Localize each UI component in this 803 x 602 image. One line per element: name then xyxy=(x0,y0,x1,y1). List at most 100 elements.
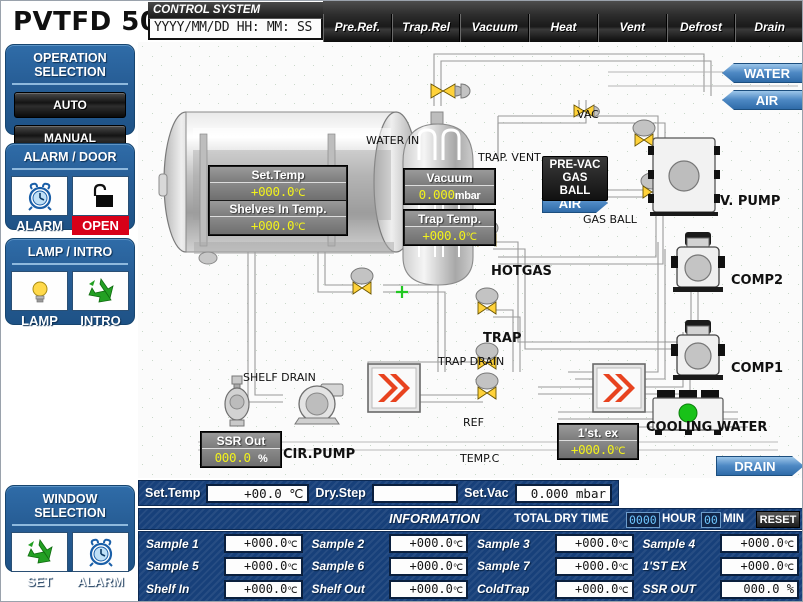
vacuum-readout: Vacuum 0.000mbar xyxy=(403,168,496,205)
grid-value-shelf-out[interactable]: +000.0℃ xyxy=(389,579,468,599)
label-ref: REF xyxy=(463,416,484,429)
trap-temp-readout: Trap Temp. +000.0℃ xyxy=(403,209,496,246)
mode-tab-strip: Pre.Ref. Trap.Rel Vacuum Heat Vent Defro… xyxy=(323,1,802,42)
total-dry-time-label: TOTAL DRY TIME xyxy=(514,513,609,525)
grid-value-coldtrap[interactable]: +000.0℃ xyxy=(554,579,634,599)
tab-defrost[interactable]: Defrost xyxy=(666,14,736,42)
label-shelf-drain: SHELF DRAIN xyxy=(243,371,316,384)
dry-time-minutes-unit: MIN xyxy=(723,513,745,525)
alarm-window-button[interactable]: ALARM xyxy=(72,532,129,591)
set-temp-label: Set.Temp xyxy=(210,167,346,183)
grid-value-first-ex[interactable]: +000.0℃ xyxy=(720,556,799,576)
label-trap-vent: TRAP. VENT xyxy=(478,151,541,164)
alarm-door-panel: ALARM / DOOR ALARM OPEN xyxy=(5,143,135,235)
dry-step-input[interactable] xyxy=(371,483,459,503)
tab-trap-rel[interactable]: Trap.Rel xyxy=(391,14,461,42)
grid-key-sample-1: Sample 1 xyxy=(146,536,199,551)
grid-value-sample-6[interactable]: +000.0℃ xyxy=(389,556,468,576)
datetime-display[interactable]: YYYY/MM/DD HH: MM: SS xyxy=(148,18,323,40)
water-flag: WATER xyxy=(722,63,802,83)
circulation-pump-symbol xyxy=(294,383,344,425)
auto-button[interactable]: AUTO xyxy=(14,92,126,118)
label-v-pump: V. PUMP xyxy=(720,194,781,209)
grid-key-shelf-out: Shelf Out xyxy=(311,582,365,597)
information-title: INFORMATION xyxy=(389,511,480,526)
set-temp-field-label: Set.Temp xyxy=(145,486,201,500)
set-vac-input[interactable]: 0.000 mbar xyxy=(514,483,612,503)
air-flag: AIR xyxy=(722,90,802,110)
compressor-1-symbol xyxy=(671,320,725,380)
information-grid: Sample 1 +000.0℃ Sample 2 +000.0℃ Sample… xyxy=(138,531,802,601)
trap-temp-label: Trap Temp. xyxy=(405,211,494,227)
pre-vac-gas-ball-box: PRE-VAC GAS BALL xyxy=(542,156,608,201)
crosshair-marker xyxy=(396,286,408,298)
lamp-label: LAMP xyxy=(21,313,58,328)
label-trap-drain: TRAP DRAIN xyxy=(438,355,505,368)
grid-key-sample-6: Sample 6 xyxy=(311,559,365,574)
door-button[interactable]: OPEN xyxy=(72,176,129,235)
left-sidebar: OPERATION SELECTION AUTO MANUAL ALARM / … xyxy=(1,42,138,601)
vacuum-label: Vacuum xyxy=(405,170,494,186)
alarm-clock-icon xyxy=(11,176,68,216)
reset-button[interactable]: RESET xyxy=(756,511,800,528)
grid-value-sample-4[interactable]: +000.0℃ xyxy=(720,534,799,554)
grid-key-sample-3: Sample 3 xyxy=(477,536,530,551)
lamp-intro-title: LAMP / INTRO xyxy=(12,241,128,265)
recycle-arrows-icon xyxy=(11,532,68,572)
grid-value-sample-1[interactable]: +000.0℃ xyxy=(223,534,303,554)
grid-value-sample-2[interactable]: +000.0℃ xyxy=(389,534,468,554)
label-cir-pump: CIR.PUMP xyxy=(283,447,356,462)
grid-value-shelf-in[interactable]: +000.0℃ xyxy=(223,579,303,599)
ssr-out-readout: SSR Out 000.0 % xyxy=(200,431,282,468)
intro-label: INTRO xyxy=(80,313,121,328)
alarm-label: ALARM xyxy=(16,218,63,233)
pre-vac-line1: PRE-VAC xyxy=(549,159,601,171)
set-vac-field-label: Set.Vac xyxy=(464,486,509,500)
lamp-button[interactable]: LAMP xyxy=(11,271,68,330)
window-selection-panel: WINDOW SELECTION SET ALARM xyxy=(5,485,135,589)
dry-step-field-label: Dry.Step xyxy=(315,486,366,500)
set-label: SET xyxy=(26,574,53,589)
dry-time-minutes-value: 00 xyxy=(701,512,721,528)
recycle-arrows-icon xyxy=(72,271,129,311)
dry-time-hours-value: 0000 xyxy=(626,512,660,528)
set-temp-input[interactable]: +00.0 ℃ xyxy=(206,483,310,503)
tab-heat[interactable]: Heat xyxy=(529,14,598,42)
first-ex-value: +000.0℃ xyxy=(559,441,637,458)
light-bulb-icon xyxy=(11,271,68,311)
first-ex-label: 1'st. ex xyxy=(559,425,637,441)
label-trap: TRAP xyxy=(483,331,522,346)
tab-pre-ref[interactable]: Pre.Ref. xyxy=(323,14,392,42)
dry-time-hours-unit: HOUR xyxy=(662,513,696,525)
set-temp-value: +000.0℃ xyxy=(210,183,346,200)
compressor-2-symbol xyxy=(671,232,725,292)
intro-button[interactable]: INTRO xyxy=(72,271,129,330)
open-padlock-icon xyxy=(72,176,129,216)
vacuum-value: 0.000mbar xyxy=(405,186,494,203)
tab-vacuum[interactable]: Vacuum xyxy=(460,14,530,42)
drain-flag: DRAIN xyxy=(716,456,803,476)
chamber-readout-group: Set.Temp +000.0℃ Shelves In Temp. +000.0… xyxy=(208,165,348,236)
grid-value-sample-5[interactable]: +000.0℃ xyxy=(223,556,303,576)
ssr-out-value: 000.0 % xyxy=(202,449,280,466)
hmi-screen: PVTFD 50R CONTROL SYSTEM YYYY/MM/DD HH: … xyxy=(0,0,803,602)
alarm-button[interactable]: ALARM xyxy=(11,176,68,235)
tab-vent[interactable]: Vent xyxy=(597,14,667,42)
grid-key-shelf-in: Shelf In xyxy=(146,582,190,597)
label-temp-c: TEMP.C xyxy=(460,452,500,465)
label-comp1: COMP1 xyxy=(731,361,784,376)
heat-exchanger-1 xyxy=(367,363,421,413)
top-bar: PVTFD 50R CONTROL SYSTEM YYYY/MM/DD HH: … xyxy=(1,1,802,42)
alarm-window-label: ALARM xyxy=(77,574,124,589)
set-window-button[interactable]: SET xyxy=(11,532,68,591)
shelves-in-temp-label: Shelves In Temp. xyxy=(210,201,346,217)
tab-drain[interactable]: Drain xyxy=(735,14,802,42)
grid-value-sample-7[interactable]: +000.0℃ xyxy=(554,556,634,576)
grid-value-sample-3[interactable]: +000.0℃ xyxy=(554,534,634,554)
grid-key-sample-4: Sample 4 xyxy=(642,536,696,551)
grid-value-ssr-out[interactable]: 000.0 % xyxy=(720,579,799,599)
label-vac: VAC xyxy=(577,108,599,121)
setpoint-bar: Set.Temp +00.0 ℃ Dry.Step Set.Vac 0.000 … xyxy=(138,480,619,506)
door-status-label: OPEN xyxy=(72,216,129,235)
alarm-door-title: ALARM / DOOR xyxy=(12,146,128,170)
